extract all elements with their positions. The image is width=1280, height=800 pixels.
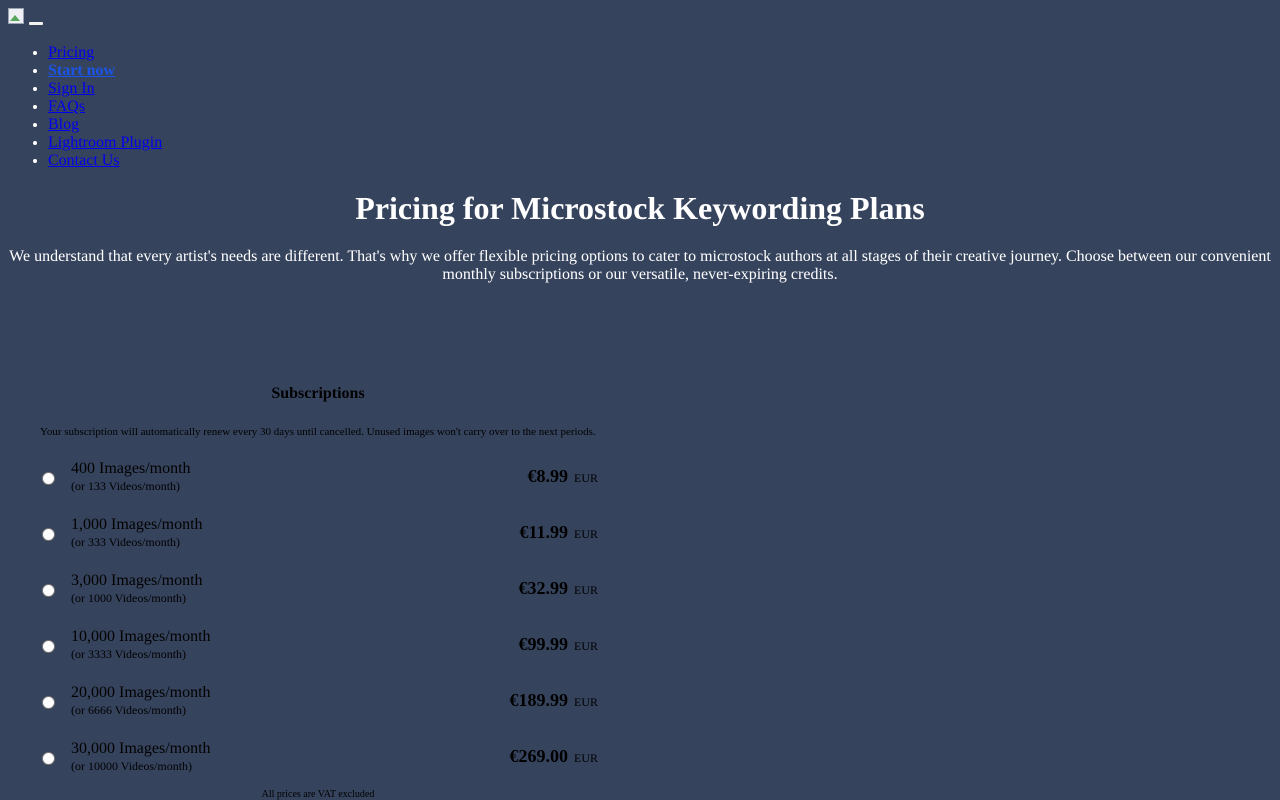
plan-price-currency: EUR (574, 695, 598, 709)
plan-option-20000[interactable]: 20,000 Images/month (or 6666 Videos/mont… (40, 682, 598, 722)
plan-price-amount: €32.99 (518, 578, 569, 598)
plan-price: €269.00 EUR (510, 746, 599, 767)
plan-price-currency: EUR (574, 751, 598, 765)
plan-price: €11.99 EUR (519, 522, 598, 543)
plan-video-equivalent: (or 10000 Videos/month) (71, 759, 193, 773)
plan-name: 400 Images/month (71, 460, 191, 477)
plan-video-equivalent: (or 333 Videos/month) (71, 535, 181, 549)
nav-link-faqs[interactable]: FAQs (48, 98, 85, 115)
plan-video-equivalent: (or 1000 Videos/month) (71, 591, 187, 605)
plan-radio[interactable] (42, 584, 55, 597)
plan-option-3000[interactable]: 3,000 Images/month (or 1000 Videos/month… (40, 570, 598, 610)
plan-price-amount: €8.99 (527, 466, 569, 486)
nav-link-sign-in[interactable]: Sign In (48, 80, 95, 97)
plan-price-amount: €11.99 (519, 522, 568, 542)
plan-option-1000[interactable]: 1,000 Images/month (or 333 Videos/month)… (40, 514, 598, 554)
plan-radio[interactable] (42, 752, 55, 765)
plan-radio[interactable] (42, 528, 55, 541)
plan-price: €8.99 EUR (528, 466, 599, 487)
plan-name: 20,000 Images/month (71, 684, 211, 701)
plan-radio[interactable] (42, 640, 55, 653)
page-subtitle: We understand that every artist's needs … (9, 248, 1271, 283)
nav-link-blog[interactable]: Blog (48, 116, 79, 133)
plan-price-amount: €189.99 (509, 690, 569, 710)
plan-video-equivalent: (or 133 Videos/month) (71, 479, 181, 493)
plan-price-amount: €269.00 (509, 746, 569, 766)
nav-item-blog: Blog (48, 116, 162, 134)
nav-item-pricing: Pricing (48, 44, 162, 62)
plan-name: 10,000 Images/month (71, 628, 211, 645)
nav-item-lightroom-plugin: Lightroom Plugin (48, 134, 162, 152)
nav-link-lightroom-plugin[interactable]: Lightroom Plugin (48, 134, 162, 151)
plan-radio[interactable] (42, 472, 55, 485)
plan-name: 30,000 Images/month (71, 740, 211, 757)
nav-item-start-now: Start now (48, 62, 162, 80)
plan-price-currency: EUR (574, 639, 598, 653)
subscriptions-renewal-note: Your subscription will automatically ren… (40, 426, 596, 438)
nav-link-pricing[interactable]: Pricing (48, 44, 94, 61)
plan-price: €32.99 EUR (519, 578, 599, 599)
plan-video-equivalent: (or 6666 Videos/month) (71, 703, 187, 717)
plan-price-currency: EUR (574, 471, 598, 485)
plan-name: 3,000 Images/month (71, 572, 203, 589)
nav-link-contact-us[interactable]: Contact Us (48, 152, 120, 169)
plan-price: €189.99 EUR (510, 690, 599, 711)
top-bar (8, 8, 43, 28)
plan-price-amount: €99.99 (518, 634, 569, 654)
logo-broken-image-icon[interactable] (8, 8, 24, 24)
nav-link-start-now[interactable]: Start now (48, 62, 115, 79)
nav-item-contact-us: Contact Us (48, 152, 162, 170)
plan-name: 1,000 Images/month (71, 516, 203, 533)
nav-item-faqs: FAQs (48, 98, 162, 116)
plan-video-equivalent: (or 3333 Videos/month) (71, 647, 187, 661)
main-nav: Pricing Start now Sign In FAQs Blog Ligh… (0, 44, 162, 170)
subscriptions-title: Subscriptions (271, 385, 365, 402)
plan-price-currency: EUR (574, 527, 598, 541)
nav-item-sign-in: Sign In (48, 80, 162, 98)
page-title: Pricing for Microstock Keywording Plans (355, 190, 925, 226)
plan-option-10000[interactable]: 10,000 Images/month (or 3333 Videos/mont… (40, 626, 598, 666)
plan-price: €99.99 EUR (519, 634, 599, 655)
plan-radio[interactable] (42, 696, 55, 709)
menu-toggle-button[interactable] (29, 22, 43, 25)
plan-option-30000[interactable]: 30,000 Images/month (or 10000 Videos/mon… (40, 738, 598, 778)
vat-note: All prices are VAT excluded (261, 789, 375, 800)
plan-price-currency: EUR (574, 583, 598, 597)
plan-option-400[interactable]: 400 Images/month (or 133 Videos/month) €… (40, 458, 598, 498)
